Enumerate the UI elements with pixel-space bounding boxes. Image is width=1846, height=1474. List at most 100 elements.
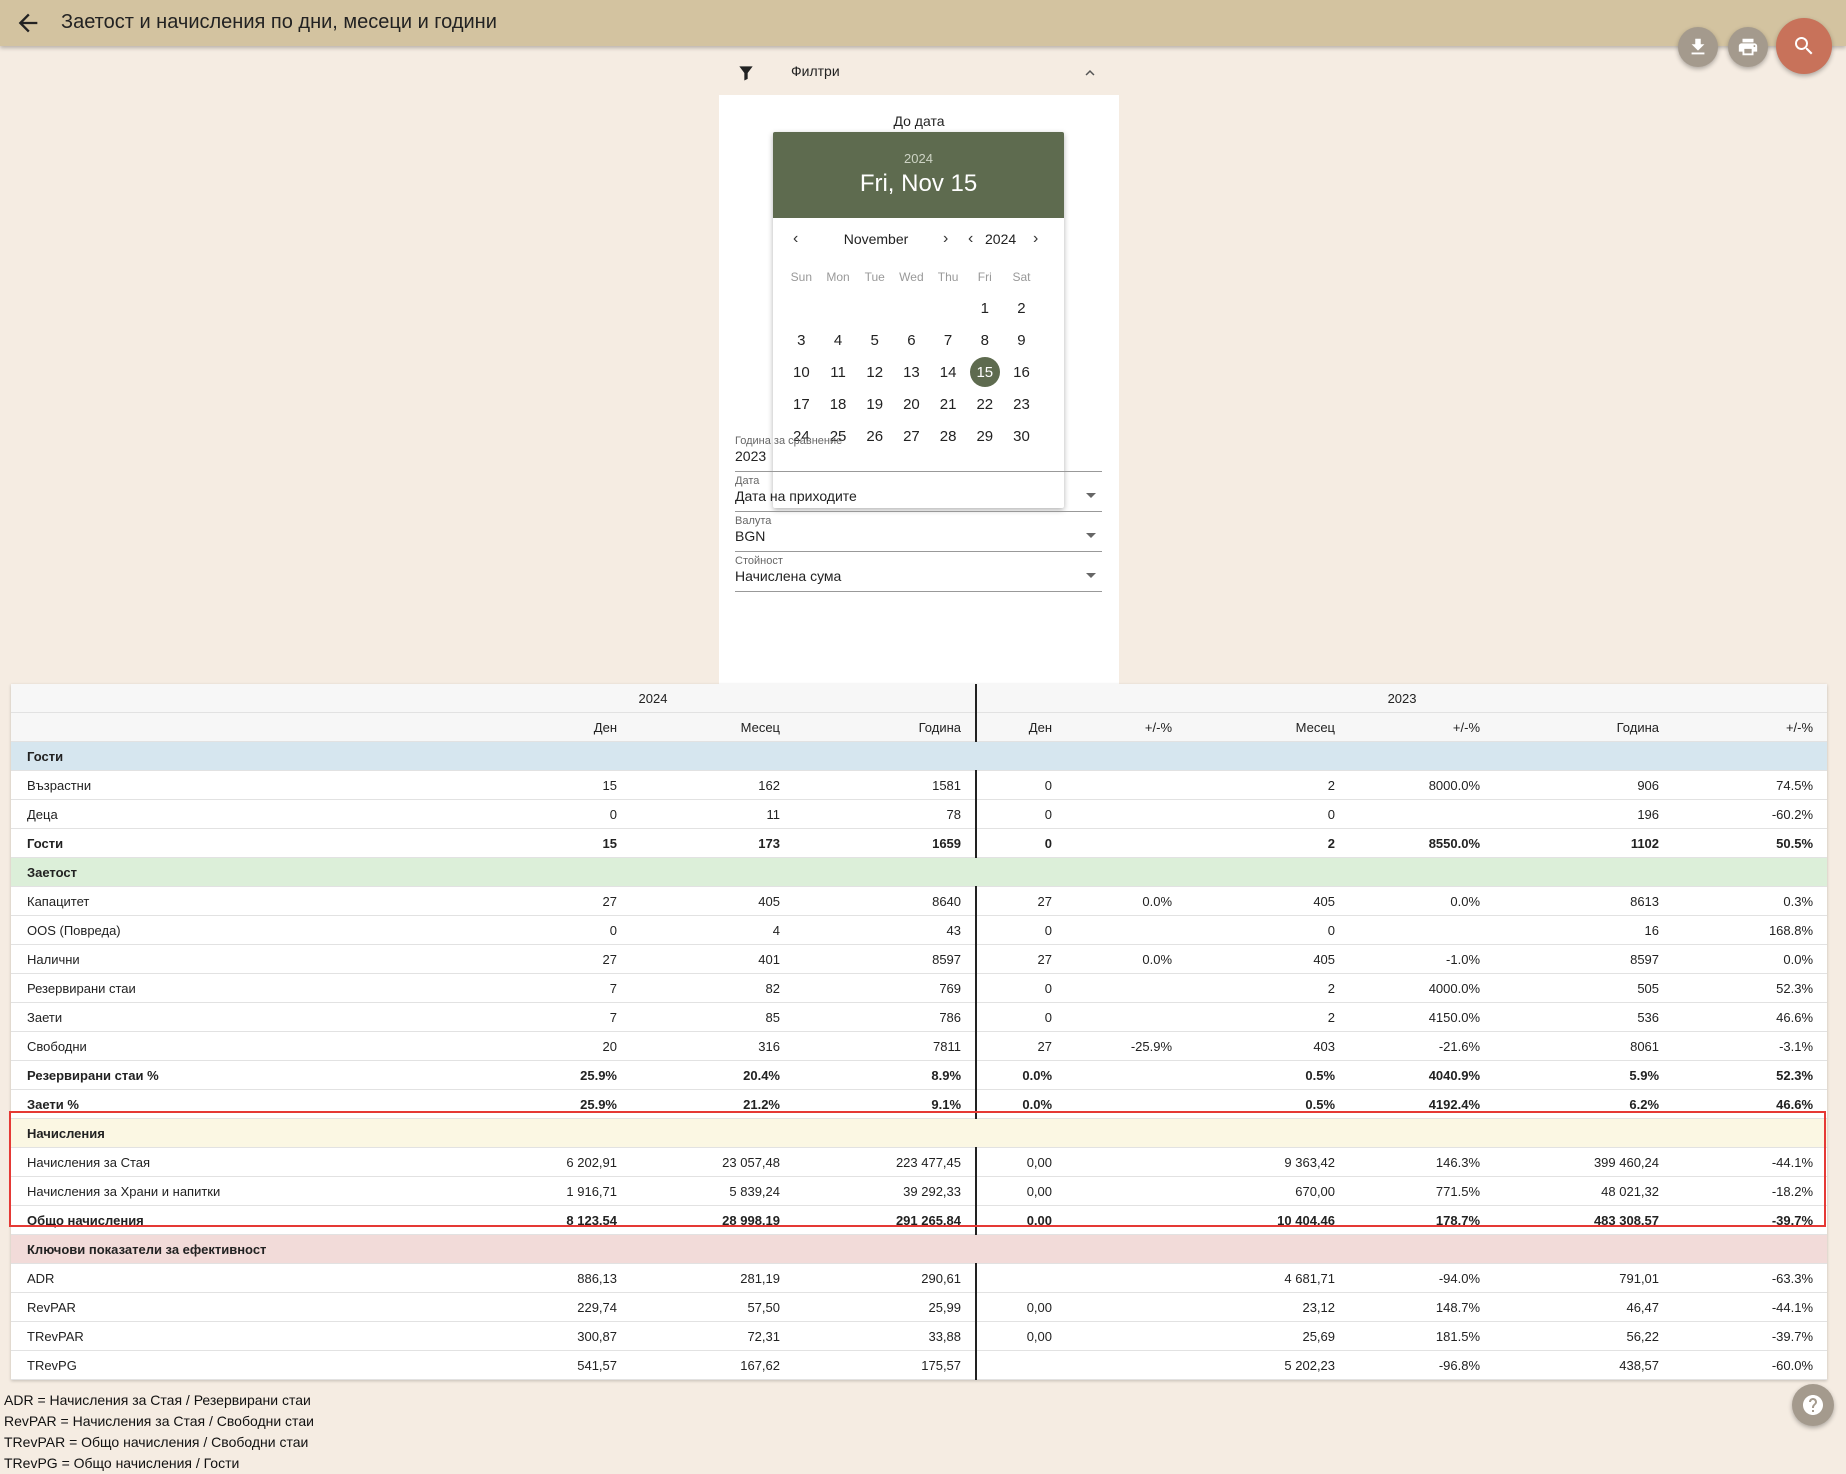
table-cell: 5.9% <box>1494 1060 1674 1090</box>
table-cell: 4 <box>631 915 794 945</box>
dropdown-arrow-icon <box>1086 493 1096 498</box>
dropdown-arrow-icon <box>1086 573 1096 578</box>
column-header: Месец <box>631 712 794 742</box>
day-cell[interactable]: 15 <box>966 356 1003 388</box>
table-row: Резервирани стаи 7 82 769 0 2 4000.0% 505 52.3% <box>11 973 1828 1003</box>
weekday-label: Fri <box>977 270 992 284</box>
value-type-select[interactable]: Стойност Начислена сума <box>735 555 1102 592</box>
filters-label: Филтри <box>791 63 840 79</box>
prev-year-button[interactable]: ‹ <box>968 230 973 248</box>
table-cell: 196 <box>1494 799 1674 829</box>
table-cell: 48 021,32 <box>1494 1176 1674 1206</box>
table-cell: 0 <box>976 799 1067 829</box>
day-cell[interactable]: 1 <box>966 292 1003 324</box>
day-number: 21 <box>939 395 957 413</box>
day-number: 20 <box>903 395 920 413</box>
day-cell[interactable]: 14 <box>930 356 967 388</box>
currency-select[interactable]: Валута BGN <box>735 515 1102 552</box>
day-cell[interactable]: 5 <box>856 324 893 356</box>
table-row: ADR 886,13 281,19 290,61 4 681,71 -94.0% 791,0… <box>11 1263 1828 1293</box>
day-cell[interactable]: 9 <box>1003 324 1040 356</box>
table-cell: 20.4% <box>631 1060 794 1090</box>
day-cell[interactable]: 7 <box>930 324 967 356</box>
day-cell[interactable]: 6 <box>893 324 930 356</box>
table-cell: 8550.0% <box>1349 828 1495 858</box>
table-row: Заети % 25.9% 21.2% 9.1% 0.0% 0.5% 4192.4% 6.2%… <box>11 1089 1828 1119</box>
table-cell: 0.0% <box>1066 886 1187 916</box>
weekday-row: Sun Mon Tue Wed Thu Fri Sat <box>773 262 1064 292</box>
next-year-button[interactable]: › <box>1033 230 1038 248</box>
table-cell: 43 <box>794 915 978 945</box>
day-cell[interactable]: 11 <box>820 356 857 388</box>
compare-year-field[interactable]: Година за сравнение 2023 <box>735 435 1102 472</box>
table-row: Общо начисления 8 123,54 28 998,19 291 265,… <box>11 1205 1828 1235</box>
day-cell[interactable]: 17 <box>783 388 820 420</box>
day-cell[interactable]: 18 <box>820 388 857 420</box>
year-compare-header: 2023 <box>976 684 1828 713</box>
day-number: 14 <box>939 363 957 381</box>
table-cell: 57,50 <box>631 1292 794 1322</box>
section-header-row: Ключови показатели за ефективност <box>11 1234 1828 1264</box>
help-button[interactable] <box>1792 1384 1834 1426</box>
table-cell: 0 <box>331 915 631 945</box>
day-cell[interactable]: 16 <box>1003 356 1040 388</box>
next-month-button[interactable]: › <box>943 230 948 248</box>
day-cell[interactable]: 3 <box>783 324 820 356</box>
table-cell: 505 <box>1494 973 1674 1003</box>
day-number: 11 <box>830 363 846 381</box>
table-cell: 291 265,84 <box>794 1205 978 1235</box>
table-cell: 405 <box>1186 886 1350 916</box>
prev-month-button[interactable]: ‹ <box>793 230 798 248</box>
day-cell[interactable]: 12 <box>856 356 893 388</box>
chevron-up-icon[interactable] <box>1081 64 1099 82</box>
table-cell: 8061 <box>1494 1031 1674 1061</box>
table-cell: 541,57 <box>331 1350 631 1380</box>
day-cell[interactable]: 20 <box>893 388 930 420</box>
column-header: Година <box>1494 712 1674 742</box>
day-cell[interactable]: 19 <box>856 388 893 420</box>
table-cell: 290,61 <box>794 1263 978 1293</box>
table-cell: 85 <box>631 1002 794 1032</box>
day-cell[interactable]: 4 <box>820 324 857 356</box>
table-cell: 0.0% <box>976 1060 1067 1090</box>
weekday-label: Mon <box>826 270 850 284</box>
table-cell: 52.3% <box>1673 973 1828 1003</box>
table-cell <box>1066 770 1187 800</box>
table-cell: 175,57 <box>794 1350 978 1380</box>
row-label: Заети % <box>11 1089 331 1119</box>
table-cell: 8 123,54 <box>331 1205 631 1235</box>
day-cell[interactable]: 8 <box>966 324 1003 356</box>
day-number: 2 <box>1017 299 1026 317</box>
table-cell: 0.0% <box>1673 944 1828 974</box>
table-cell <box>1066 1292 1187 1322</box>
table-cell <box>1066 799 1187 829</box>
table-cell: 56,22 <box>1494 1321 1674 1351</box>
day-cell[interactable]: 13 <box>893 356 930 388</box>
day-cell[interactable]: 23 <box>1003 388 1040 420</box>
table-cell: 146.3% <box>1349 1147 1495 1177</box>
table-cell: 0,00 <box>976 1205 1067 1235</box>
search-button[interactable] <box>1776 18 1832 74</box>
day-cell[interactable]: 10 <box>783 356 820 388</box>
calendar-year[interactable]: 2024 <box>773 132 1064 166</box>
table-cell: 5 202,23 <box>1186 1350 1350 1380</box>
day-cell[interactable]: 21 <box>930 388 967 420</box>
table-cell <box>1066 1147 1187 1177</box>
table-cell <box>1066 1263 1187 1293</box>
day-cell[interactable]: 2 <box>1003 292 1040 324</box>
table-cell: 8597 <box>1494 944 1674 974</box>
row-label: Заети <box>11 1002 331 1032</box>
date-type-select[interactable]: Дата Дата на приходите <box>735 475 1102 512</box>
day-cell[interactable]: 22 <box>966 388 1003 420</box>
download-button[interactable] <box>1678 27 1718 67</box>
table-row: Резервирани стаи % 25.9% 20.4% 8.9% 0.0% 0.5%… <box>11 1060 1828 1090</box>
day-number: 19 <box>866 395 884 413</box>
print-button[interactable] <box>1728 27 1768 67</box>
table-cell: 2 <box>1186 770 1350 800</box>
table-row: Начисления за Стая 6 202,91 23 057,48 223 4… <box>11 1147 1828 1177</box>
table-row: Гости 15 173 1659 0 2 8550.0% 1102 50.5% <box>11 828 1828 858</box>
table-row: RevPAR 229,74 57,50 25,99 0,00 23,12 148.7% 46,… <box>11 1292 1828 1322</box>
weekday-label: Sat <box>1012 270 1031 284</box>
filters-header[interactable]: Филтри <box>719 56 1119 88</box>
arrow-left-icon[interactable] <box>14 9 42 37</box>
